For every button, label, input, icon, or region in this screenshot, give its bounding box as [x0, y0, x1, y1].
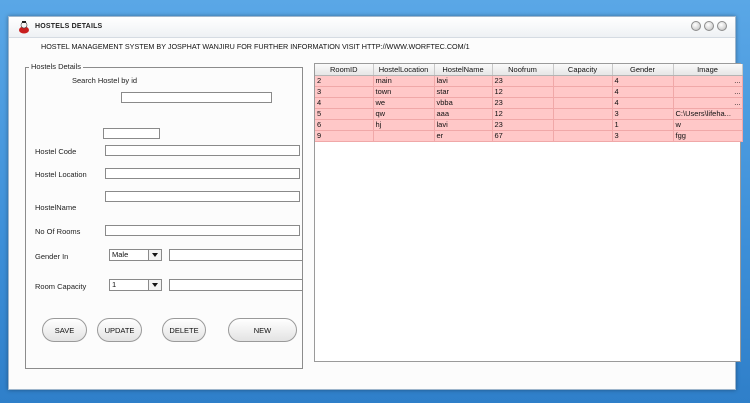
table-cell[interactable]: we: [373, 97, 435, 109]
table-cell[interactable]: er: [434, 130, 493, 142]
table-cell[interactable]: town: [373, 86, 435, 98]
table-cell[interactable]: aaa: [434, 108, 493, 120]
table-cell[interactable]: 3: [315, 86, 374, 98]
table-cell[interactable]: 9: [315, 130, 374, 142]
table-cell[interactable]: lavi: [434, 119, 493, 131]
table-cell[interactable]: 1: [612, 119, 674, 131]
gender-dropdown-arrow-icon[interactable]: [148, 250, 161, 260]
column-header-image[interactable]: Image: [673, 64, 743, 76]
table-cell[interactable]: 4: [612, 97, 674, 109]
table-cell[interactable]: [553, 130, 613, 142]
table-cell[interactable]: hj: [373, 119, 435, 131]
table-cell[interactable]: 12: [492, 86, 554, 98]
search-label: Search Hostel by id: [72, 76, 138, 85]
title-bar[interactable]: HOSTELS DETAILS: [9, 17, 735, 38]
save-button[interactable]: SAVE: [42, 318, 87, 342]
table-cell[interactable]: 4: [612, 75, 674, 87]
panel-legend: Hostels Details: [29, 62, 84, 71]
hostel-code-field[interactable]: [105, 145, 300, 156]
table-header-row: RoomID HostelLocation HostelName Noofrum…: [315, 64, 743, 76]
window-title: HOSTELS DETAILS: [35, 23, 103, 30]
column-header-hostellocation[interactable]: HostelLocation: [373, 64, 435, 76]
room-capacity-selected-value: 1: [112, 280, 117, 289]
table-cell[interactable]: w: [673, 119, 743, 131]
table-cell[interactable]: 4: [315, 97, 374, 109]
delete-button[interactable]: DELETE: [162, 318, 206, 342]
room-capacity-text-field[interactable]: [169, 279, 303, 291]
table-cell[interactable]: [553, 75, 613, 87]
no-rooms-field[interactable]: [105, 225, 300, 236]
table-row[interactable]: 2 main lavi 23 4 ...: [315, 75, 743, 87]
room-capacity-label: Room Capacity: [35, 282, 87, 291]
hostel-name-label: HostelName: [35, 203, 77, 212]
table-row[interactable]: 3 town star 12 4 ...: [315, 86, 743, 98]
gender-selected-value: Male: [112, 250, 129, 259]
column-header-gender[interactable]: Gender: [612, 64, 674, 76]
table-cell[interactable]: [373, 130, 435, 142]
table-cell[interactable]: 3: [612, 108, 674, 120]
gender-select[interactable]: Male: [109, 249, 162, 261]
table-cell[interactable]: [553, 97, 613, 109]
hostel-code-label: Hostel Code: [35, 147, 77, 156]
update-button[interactable]: UPDATE: [97, 318, 142, 342]
table-cell[interactable]: ...: [673, 75, 743, 87]
new-button[interactable]: NEW: [228, 318, 297, 342]
column-header-capacity[interactable]: Capacity: [553, 64, 613, 76]
no-rooms-label: No Of Rooms: [35, 227, 81, 236]
table-cell[interactable]: vbba: [434, 97, 493, 109]
column-header-hostelname[interactable]: HostelName: [434, 64, 493, 76]
table-cell[interactable]: [553, 86, 613, 98]
table-cell[interactable]: 12: [492, 108, 554, 120]
hostel-location-label: Hostel Location: [35, 170, 87, 179]
table-cell[interactable]: lavi: [434, 75, 493, 87]
table-cell[interactable]: 2: [315, 75, 374, 87]
table-cell[interactable]: 23: [492, 75, 554, 87]
table-cell[interactable]: ...: [673, 97, 743, 109]
search-input[interactable]: [121, 92, 272, 103]
table-cell[interactable]: main: [373, 75, 435, 87]
table-cell[interactable]: 3: [612, 130, 674, 142]
app-logo-icon: [19, 21, 29, 34]
system-header: HOSTEL MANAGEMENT SYSTEM BY JOSPHAT WANJ…: [41, 42, 470, 51]
table-row[interactable]: 5 qw aaa 12 3 C:\Users\lifeha...: [315, 108, 743, 120]
minimize-button[interactable]: [691, 21, 701, 31]
maximize-button[interactable]: [704, 21, 714, 31]
rooms-table[interactable]: RoomID HostelLocation HostelName Noofrum…: [314, 63, 743, 362]
hostels-details-window: HOSTELS DETAILS HOSTEL MANAGEMENT SYSTEM…: [8, 16, 743, 390]
column-header-noofrum[interactable]: Noofrum: [492, 64, 554, 76]
table-cell[interactable]: [553, 119, 613, 131]
table-row[interactable]: 6 hj lavi 23 1 w: [315, 119, 743, 131]
table-row[interactable]: 4 we vbba 23 4 ...: [315, 97, 743, 109]
table-cell[interactable]: 6: [315, 119, 374, 131]
table-cell[interactable]: fgg: [673, 130, 743, 142]
table-row[interactable]: 9 er 67 3 fgg: [315, 130, 743, 142]
hostel-name-field[interactable]: [105, 191, 300, 202]
id-field[interactable]: [103, 128, 160, 139]
table-cell[interactable]: 67: [492, 130, 554, 142]
table-cell[interactable]: [553, 108, 613, 120]
table-cell[interactable]: qw: [373, 108, 435, 120]
table-cell[interactable]: star: [434, 86, 493, 98]
table-cell[interactable]: 5: [315, 108, 374, 120]
hostel-location-field[interactable]: [105, 168, 300, 179]
room-capacity-select[interactable]: 1: [109, 279, 162, 291]
table-cell[interactable]: 23: [492, 97, 554, 109]
column-header-roomid[interactable]: RoomID: [315, 64, 374, 76]
room-capacity-dropdown-arrow-icon[interactable]: [148, 280, 161, 290]
table-cell[interactable]: 23: [492, 119, 554, 131]
gender-label: Gender In: [35, 252, 69, 261]
table-cell[interactable]: 4: [612, 86, 674, 98]
table-cell[interactable]: ...: [673, 86, 743, 98]
gender-text-field[interactable]: [169, 249, 303, 261]
table-cell[interactable]: C:\Users\lifeha...: [673, 108, 743, 120]
close-button[interactable]: [717, 21, 727, 31]
